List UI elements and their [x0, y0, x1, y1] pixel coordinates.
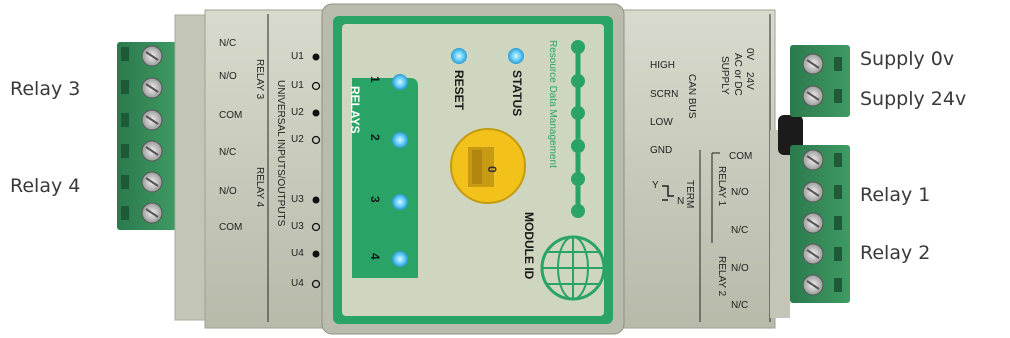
io-module-device — [117, 3, 850, 335]
relay-number-2: 2 — [368, 134, 382, 141]
left-term-6: COM — [219, 222, 243, 233]
relay-2-led — [392, 132, 408, 148]
supply-terminal-block — [790, 45, 850, 117]
reset-label: RESET — [452, 70, 466, 111]
dial-value: 0 — [485, 166, 499, 173]
left-terminal-block — [117, 42, 177, 230]
supply-0v: 0V — [744, 48, 755, 61]
term-n: N — [677, 196, 685, 207]
relay-term-com: COM — [729, 151, 753, 162]
module-id-label: MODULE ID — [522, 212, 536, 280]
relay-2-label: RELAY 2 — [716, 256, 727, 297]
relay-number-4: 4 — [368, 253, 382, 260]
left-term-2: N/O — [219, 71, 237, 82]
supply-title: SUPPLY — [719, 56, 730, 95]
left-term-4: N/C — [219, 147, 237, 158]
supply-sub: AC or DC — [732, 53, 743, 96]
can-high: HIGH — [650, 60, 675, 71]
io-u3-b: U3 — [291, 221, 304, 232]
relay-1-led — [392, 74, 408, 90]
status-label: STATUS — [510, 70, 524, 117]
io-u3-a: U3 — [291, 194, 304, 205]
left-term-1: N/C — [219, 38, 237, 49]
can-scrn: SCRN — [650, 89, 679, 100]
left-term-5: N/O — [219, 186, 237, 197]
io-u2-b: U2 — [291, 134, 304, 145]
can-gnd: GND — [650, 145, 673, 156]
relays-label: RELAYS — [348, 86, 362, 134]
relay-term-no-1: N/O — [731, 187, 749, 198]
relay-term-nc-1: N/C — [731, 225, 749, 236]
supply-24v: 24V — [744, 72, 755, 90]
term-y: Y — [652, 180, 659, 191]
left-term-3: COM — [219, 110, 243, 121]
globe-logo — [540, 235, 606, 301]
relay-4-led — [392, 251, 408, 267]
relay-number-1: 1 — [368, 76, 382, 83]
relay-term-nc-2: N/C — [731, 300, 749, 311]
io-u2-a: U2 — [291, 107, 304, 118]
term-label: TERM — [684, 180, 695, 209]
io-u1-b: U1 — [291, 80, 304, 91]
reset-led — [451, 48, 467, 64]
status-led — [508, 48, 524, 64]
relay-3-led — [392, 194, 408, 210]
io-u1-a: U1 — [291, 51, 304, 62]
universal-io-label: UNIVERSAL INPUTS/OUTPUTS — [275, 80, 286, 227]
can-low: LOW — [650, 117, 673, 128]
io-u4-b: U4 — [291, 278, 304, 289]
relay-1-label: RELAY 1 — [716, 166, 727, 207]
relay-term-no-2: N/O — [731, 263, 749, 274]
brand-text: Resource Data Management — [547, 40, 558, 168]
io-u4-a: U4 — [291, 248, 304, 259]
relay-3-label: RELAY 3 — [254, 59, 265, 100]
can-bus-label: CAN BUS — [686, 74, 697, 119]
relay-4-label: RELAY 4 — [254, 167, 265, 208]
relay-number-3: 3 — [368, 196, 382, 203]
